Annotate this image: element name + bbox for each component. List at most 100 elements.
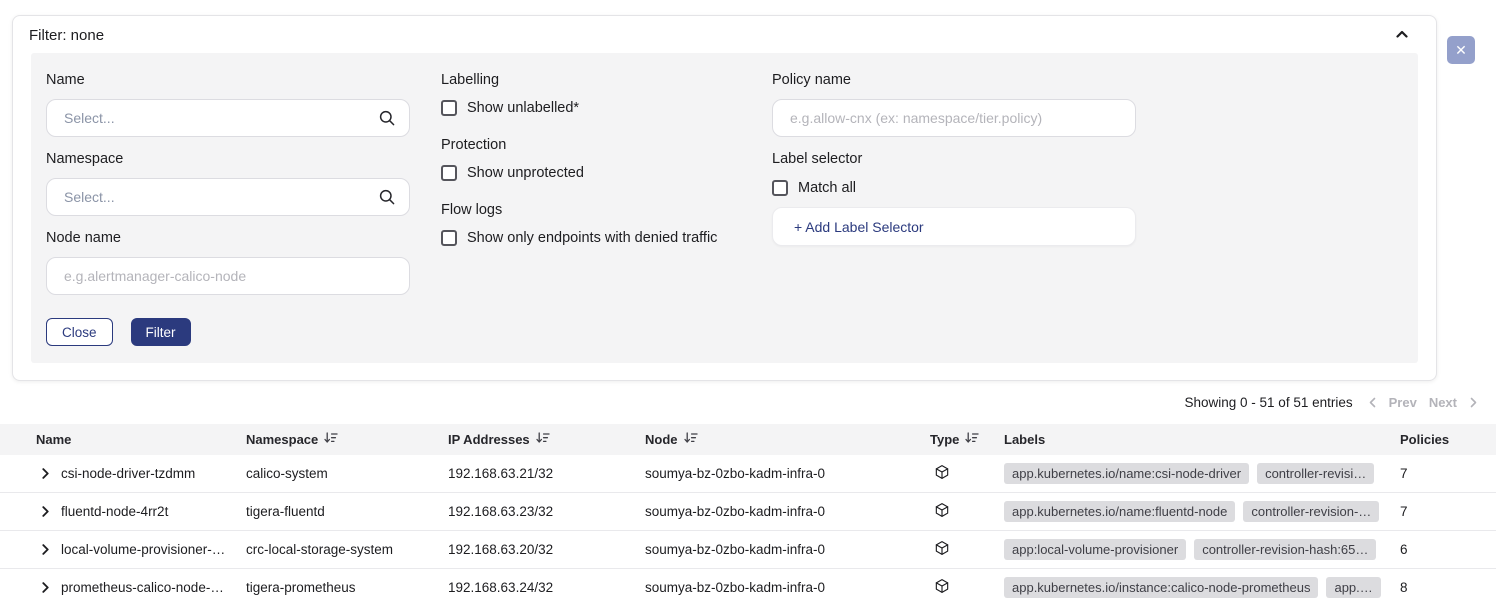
column-header-labels: Labels	[1004, 432, 1396, 447]
sort-icon[interactable]	[684, 432, 698, 447]
filter-col-right: Policy name Label selector Match all + A…	[772, 72, 1136, 246]
chevron-up-icon	[1395, 28, 1409, 43]
show-unprotected-row[interactable]: Show unprotected	[441, 165, 741, 181]
table-row[interactable]: prometheus-calico-node-… tigera-promethe…	[0, 569, 1496, 603]
entries-summary: Showing 0 - 51 of 51 entries	[1185, 395, 1353, 410]
endpoint-ip: 192.168.63.24/32	[448, 580, 645, 595]
label-chip: controller-revision-hash:65…	[1194, 539, 1376, 560]
expand-row-chevron-icon[interactable]	[40, 582, 51, 593]
label-chip: app.kubernetes.io/name:fluentd-node	[1004, 501, 1235, 522]
endpoint-ip: 192.168.63.21/32	[448, 466, 645, 481]
node-name-input[interactable]	[64, 268, 396, 284]
endpoint-policies: 6	[1396, 542, 1496, 557]
endpoint-name: csi-node-driver-tzdmm	[61, 466, 195, 481]
pod-icon	[934, 578, 950, 597]
node-name-field-label: Node name	[46, 230, 410, 246]
endpoint-node: soumya-bz-0zbo-kadm-infra-0	[645, 466, 930, 481]
endpoint-labels: app.kubernetes.io/name:fluentd-node contr…	[1004, 501, 1396, 522]
endpoint-ip: 192.168.63.20/32	[448, 542, 645, 557]
label-chip: app.kubernetes.io/instance:calico-node-p…	[1004, 577, 1318, 598]
endpoint-node: soumya-bz-0zbo-kadm-infra-0	[645, 504, 930, 519]
filter-actions: Close Filter	[46, 318, 410, 346]
label-chip: app.kubernetes.io/name:csi-node-driver	[1004, 463, 1249, 484]
column-header-policies: Policies	[1396, 432, 1496, 447]
table-body: csi-node-driver-tzdmm calico-system 192.…	[0, 455, 1496, 603]
endpoint-namespace: calico-system	[246, 466, 448, 481]
name-field-label: Name	[46, 72, 410, 88]
search-icon	[378, 188, 396, 206]
sort-icon[interactable]	[965, 432, 979, 447]
filter-panel: Filter: none Name Namespace	[12, 15, 1437, 381]
endpoints-table: Name Namespace IP Addresses Node Type La…	[0, 424, 1496, 603]
expand-row-chevron-icon[interactable]	[40, 468, 51, 479]
match-all-label: Match all	[798, 180, 856, 196]
table-header: Name Namespace IP Addresses Node Type La…	[0, 424, 1496, 455]
next-chevron-icon[interactable]	[1469, 397, 1478, 408]
endpoint-policies: 7	[1396, 466, 1496, 481]
add-label-selector-button[interactable]: + Add Label Selector	[772, 207, 1136, 246]
prev-chevron-icon[interactable]	[1368, 397, 1377, 408]
endpoint-labels: app.kubernetes.io/name:csi-node-driver co…	[1004, 463, 1396, 484]
denied-traffic-row[interactable]: Show only endpoints with denied traffic	[441, 230, 741, 246]
name-select[interactable]	[46, 99, 410, 137]
prev-page-button[interactable]: Prev	[1389, 395, 1417, 410]
table-row[interactable]: fluentd-node-4rr2t tigera-fluentd 192.16…	[0, 493, 1496, 531]
pagination-controls: Prev Next	[1368, 395, 1478, 410]
filter-panel-header: Filter: none	[13, 16, 1436, 53]
label-chip: app.…	[1326, 577, 1380, 598]
column-header-namespace[interactable]: Namespace	[246, 432, 448, 447]
match-all-row[interactable]: Match all	[772, 180, 1136, 196]
namespace-select[interactable]	[46, 178, 410, 216]
endpoint-name: prometheus-calico-node-…	[61, 580, 224, 595]
column-header-name[interactable]: Name	[0, 432, 246, 447]
denied-traffic-label: Show only endpoints with denied traffic	[467, 230, 717, 246]
endpoint-policies: 7	[1396, 504, 1496, 519]
column-header-ip-addresses[interactable]: IP Addresses	[448, 432, 645, 447]
label-selector-section-label: Label selector	[772, 151, 1136, 167]
flow-logs-section-label: Flow logs	[441, 202, 741, 218]
expand-row-chevron-icon[interactable]	[40, 544, 51, 555]
endpoint-namespace: tigera-fluentd	[246, 504, 448, 519]
column-header-node[interactable]: Node	[645, 432, 930, 447]
close-icon: ✕	[1455, 43, 1467, 57]
name-select-input[interactable]	[64, 110, 378, 126]
policy-name-input[interactable]	[790, 110, 1122, 126]
label-chip: controller-revisi…	[1257, 463, 1374, 484]
search-icon	[378, 109, 396, 127]
filter-button[interactable]: Filter	[131, 318, 191, 346]
endpoint-name: fluentd-node-4rr2t	[61, 504, 168, 519]
pagination: Showing 0 - 51 of 51 entries Prev Next	[0, 395, 1478, 410]
endpoint-labels: app:local-volume-provisionercontroller-r…	[1004, 539, 1396, 560]
show-unlabelled-checkbox[interactable]	[441, 100, 457, 116]
label-chip: controller-revision-…	[1243, 501, 1379, 522]
close-button[interactable]: Close	[46, 318, 113, 346]
table-row[interactable]: local-volume-provisioner-… crc-local-sto…	[0, 531, 1496, 569]
namespace-field-label: Namespace	[46, 151, 410, 167]
column-header-type[interactable]: Type	[930, 432, 1004, 447]
denied-traffic-checkbox[interactable]	[441, 230, 457, 246]
namespace-select-input[interactable]	[64, 189, 378, 205]
endpoint-node: soumya-bz-0zbo-kadm-infra-0	[645, 542, 930, 557]
filter-col-middle: Labelling Show unlabelled* Protection Sh…	[441, 72, 741, 267]
endpoint-namespace: tigera-prometheus	[246, 580, 448, 595]
pod-icon	[934, 464, 950, 483]
endpoint-namespace: crc-local-storage-system	[246, 542, 448, 557]
labelling-section-label: Labelling	[441, 72, 741, 88]
pod-icon	[934, 540, 950, 559]
dismiss-panel-button[interactable]: ✕	[1447, 36, 1475, 64]
collapse-filter-button[interactable]	[1395, 28, 1409, 43]
sort-icon[interactable]	[324, 432, 338, 447]
endpoint-name: local-volume-provisioner-…	[61, 542, 225, 557]
sort-icon[interactable]	[536, 432, 550, 447]
filter-col-left: Name Namespace Node name Close Filt	[46, 72, 410, 346]
next-page-button[interactable]: Next	[1429, 395, 1457, 410]
policy-name-field[interactable]	[772, 99, 1136, 137]
table-row[interactable]: csi-node-driver-tzdmm calico-system 192.…	[0, 455, 1496, 493]
endpoint-labels: app.kubernetes.io/instance:calico-node-p…	[1004, 577, 1396, 598]
show-unprotected-checkbox[interactable]	[441, 165, 457, 181]
show-unlabelled-row[interactable]: Show unlabelled*	[441, 100, 741, 116]
expand-row-chevron-icon[interactable]	[40, 506, 51, 517]
policy-name-field-label: Policy name	[772, 72, 1136, 88]
node-name-field[interactable]	[46, 257, 410, 295]
match-all-checkbox[interactable]	[772, 180, 788, 196]
